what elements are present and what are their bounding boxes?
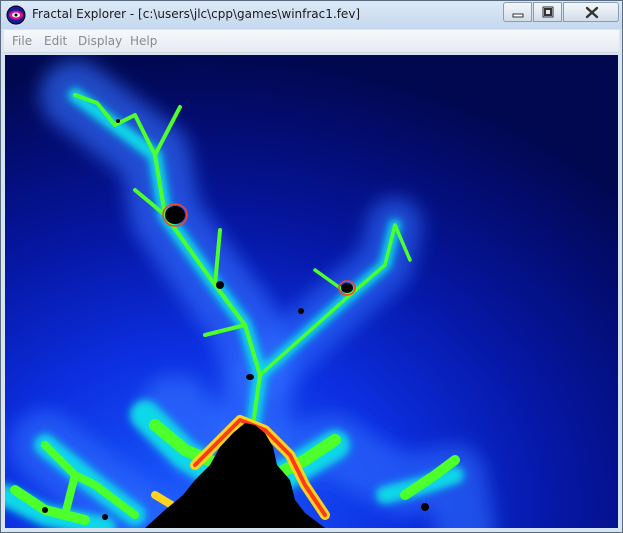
window-title: Fractal Explorer - [c:\users\jlc\cpp\gam… <box>32 7 361 21</box>
menu-file[interactable]: File <box>12 34 32 48</box>
minimize-icon <box>512 13 524 18</box>
fractal-app-icon[interactable] <box>6 5 26 25</box>
fractal-canvas[interactable] <box>5 55 618 528</box>
menu-edit[interactable]: Edit <box>44 34 67 48</box>
close-icon <box>585 6 599 19</box>
menu-help[interactable]: Help <box>130 34 157 48</box>
title-bar[interactable]: Fractal Explorer - [c:\users\jlc\cpp\gam… <box>1 1 622 29</box>
maximize-button[interactable] <box>533 2 562 22</box>
app-window: Fractal Explorer - [c:\users\jlc\cpp\gam… <box>0 0 623 533</box>
menu-display[interactable]: Display <box>78 34 122 48</box>
minimize-button[interactable] <box>503 2 532 22</box>
mandelbrot-rendering <box>5 55 618 528</box>
close-button[interactable] <box>563 2 619 22</box>
maximize-icon <box>542 6 554 18</box>
menu-bar: File Edit Display Help <box>4 30 619 53</box>
